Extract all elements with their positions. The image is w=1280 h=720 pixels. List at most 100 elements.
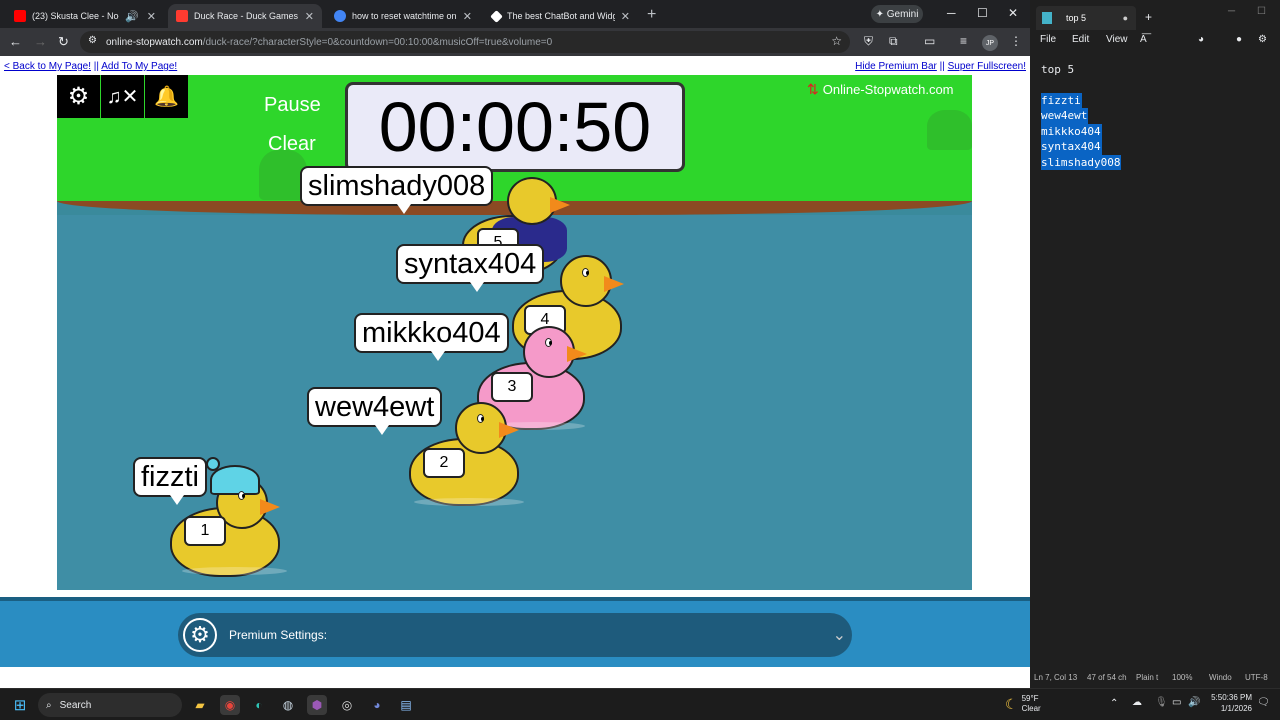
network-icon[interactable]: ▭: [1172, 697, 1181, 708]
obs-icon[interactable]: ⬢: [307, 695, 327, 715]
top-links-left: < Back to My Page! || Add To My Page!: [4, 61, 177, 72]
new-tab-button[interactable]: +: [647, 6, 656, 24]
notepad-editor[interactable]: top 5 fizzti wew4ewt mikkko404 syntax404…: [1030, 52, 1280, 664]
name-label-duck-1: fizzti: [133, 457, 207, 505]
notification-icon[interactable]: 🗨: [1257, 697, 1270, 708]
app-icon[interactable]: ◎: [337, 695, 357, 715]
maximize-icon[interactable]: ☐: [1257, 6, 1266, 17]
menu-view[interactable]: View: [1106, 34, 1128, 45]
pause-button[interactable]: Pause: [264, 94, 321, 117]
speaker-icon[interactable]: 🔊: [125, 10, 139, 23]
premium-settings-label: Premium Settings:: [229, 628, 328, 642]
forward-icon[interactable]: →: [34, 34, 47, 49]
hide-premium-link[interactable]: Hide Premium Bar: [855, 61, 937, 72]
notepad-icon: [1042, 12, 1052, 24]
tab-youtube[interactable]: (23) Skusta Clee - Noche B 🔊 ✕: [6, 4, 164, 28]
notepad-status-bar: Ln 7, Col 13 47 of 54 ch Plain t 100% Wi…: [1030, 668, 1280, 688]
notepad-tab-title: top 5: [1066, 13, 1087, 23]
tab-chatbot[interactable]: The best ChatBot and Widgets ✕: [484, 4, 638, 28]
separator: ||: [93, 61, 99, 72]
youtube-icon: [14, 10, 26, 22]
super-fullscreen-link[interactable]: Super Fullscreen!: [948, 61, 1026, 72]
clear-button[interactable]: Clear: [268, 133, 316, 156]
microphone-icon[interactable]: 🎙: [1155, 697, 1168, 708]
back-to-page-link[interactable]: < Back to My Page!: [4, 61, 91, 72]
notepad-taskbar-icon[interactable]: ▤: [396, 695, 416, 715]
cast-icon[interactable]: ▭: [924, 34, 935, 48]
new-tab-button[interactable]: +: [1145, 10, 1152, 24]
gemini-label: Gemini: [886, 8, 919, 20]
windows-start-icon[interactable]: ⊞: [10, 695, 30, 715]
notepad-tab[interactable]: top 5 ●: [1036, 6, 1136, 30]
steam-icon[interactable]: ◍: [278, 695, 298, 715]
gear-icon: ⚙: [183, 618, 217, 652]
close-icon[interactable]: ✕: [305, 10, 314, 23]
copilot-icon[interactable]: ◕: [1198, 34, 1204, 45]
tray-chevron-icon[interactable]: ⌃: [1110, 698, 1118, 709]
tab-duck-race[interactable]: Duck Race - Duck Games ✕: [168, 4, 322, 28]
media-control-icon[interactable]: ≡: [960, 34, 967, 48]
avatar[interactable]: JP: [982, 35, 998, 51]
close-icon[interactable]: ✕: [621, 10, 630, 23]
tab-google[interactable]: how to reset watchtime on bot ✕: [326, 4, 480, 28]
volume-icon[interactable]: 🔊: [1188, 697, 1200, 708]
file-explorer-icon[interactable]: ▰: [190, 695, 210, 715]
extensions-icon[interactable]: ⧉: [889, 34, 898, 49]
discord-icon[interactable]: ◕: [367, 695, 387, 715]
chrome-icon[interactable]: ◉: [220, 695, 240, 715]
menu-edit[interactable]: Edit: [1072, 34, 1089, 45]
duck-games-icon: [176, 10, 188, 22]
duck-beak: [604, 276, 624, 292]
account-icon[interactable]: ●: [1236, 34, 1242, 45]
menu-file[interactable]: File: [1040, 34, 1056, 45]
gemini-button[interactable]: ✦ Gemini: [871, 5, 923, 23]
site-info-icon[interactable]: ⚙: [88, 35, 97, 46]
close-window-icon[interactable]: ✕: [1008, 6, 1018, 20]
online-stopwatch-logo[interactable]: ⇅ Online-Stopwatch.com: [807, 81, 954, 98]
cursor-position: Ln 7, Col 13: [1034, 673, 1078, 682]
reload-icon[interactable]: ↻: [58, 34, 69, 50]
back-icon[interactable]: ←: [9, 34, 22, 49]
text-format-icon[interactable]: A͞: [1140, 34, 1147, 45]
browser-window: (23) Skusta Clee - Noche B 🔊 ✕ Duck Race…: [0, 0, 1030, 688]
sound-bell-icon[interactable]: 🔔: [145, 75, 188, 118]
premium-settings-toggle[interactable]: ⚙ Premium Settings: ⌄: [178, 613, 852, 657]
char-count: 47 of 54 ch: [1087, 673, 1127, 682]
selected-text-line: syntax404: [1041, 139, 1102, 155]
url-path: /duck-race/?characterStyle=0&countdown=0…: [202, 36, 553, 48]
settings-gear-icon[interactable]: ⚙: [57, 75, 100, 118]
clock[interactable]: 5:50:36 PM 1/1/2026: [1211, 692, 1252, 714]
edge-icon[interactable]: ◐: [249, 695, 269, 715]
selected-text-line: mikkko404: [1041, 123, 1102, 139]
bush: [927, 110, 972, 150]
google-icon: [334, 10, 346, 22]
shield-icon[interactable]: ⛨: [864, 34, 873, 49]
clock-date: 1/1/2026: [1220, 704, 1252, 713]
beanie-hat: [210, 465, 260, 495]
minimize-icon[interactable]: ─: [1228, 6, 1235, 17]
settings-gear-icon[interactable]: ⚙: [1258, 34, 1267, 45]
up-down-arrows-icon: ⇅: [807, 81, 819, 97]
music-off-icon[interactable]: ♫✕: [101, 75, 144, 118]
maximize-icon[interactable]: ☐: [977, 6, 988, 20]
close-icon[interactable]: ✕: [147, 10, 156, 23]
notepad-tab-strip: top 5 ● + ─ ☐: [1030, 0, 1280, 30]
weather-widget[interactable]: ☾ 59°F Clear: [1005, 694, 1041, 714]
separator: ||: [939, 61, 945, 72]
address-bar[interactable]: ⚙ online-stopwatch.com/duck-race/?charac…: [80, 31, 850, 53]
duck-number: 2: [423, 448, 465, 478]
duck-eye: [582, 268, 589, 277]
taskbar-search[interactable]: ⌕ Search: [38, 693, 182, 717]
countdown-timer: 00:00:50: [345, 82, 685, 172]
encoding: UTF-8: [1245, 673, 1268, 682]
name-label-duck-3: mikkko404: [354, 313, 509, 361]
chevron-down-icon[interactable]: ⌄: [833, 625, 846, 645]
menu-icon[interactable]: ⋮: [1010, 34, 1022, 48]
name-label-duck-5: slimshady008: [300, 166, 494, 214]
selected-text-line: fizzti: [1041, 92, 1082, 108]
minimize-icon[interactable]: ─: [947, 6, 956, 20]
bookmark-star-icon[interactable]: ☆: [831, 34, 842, 48]
cloud-icon[interactable]: ☁: [1132, 697, 1142, 708]
add-to-page-link[interactable]: Add To My Page!: [101, 61, 177, 72]
close-icon[interactable]: ✕: [463, 10, 472, 23]
